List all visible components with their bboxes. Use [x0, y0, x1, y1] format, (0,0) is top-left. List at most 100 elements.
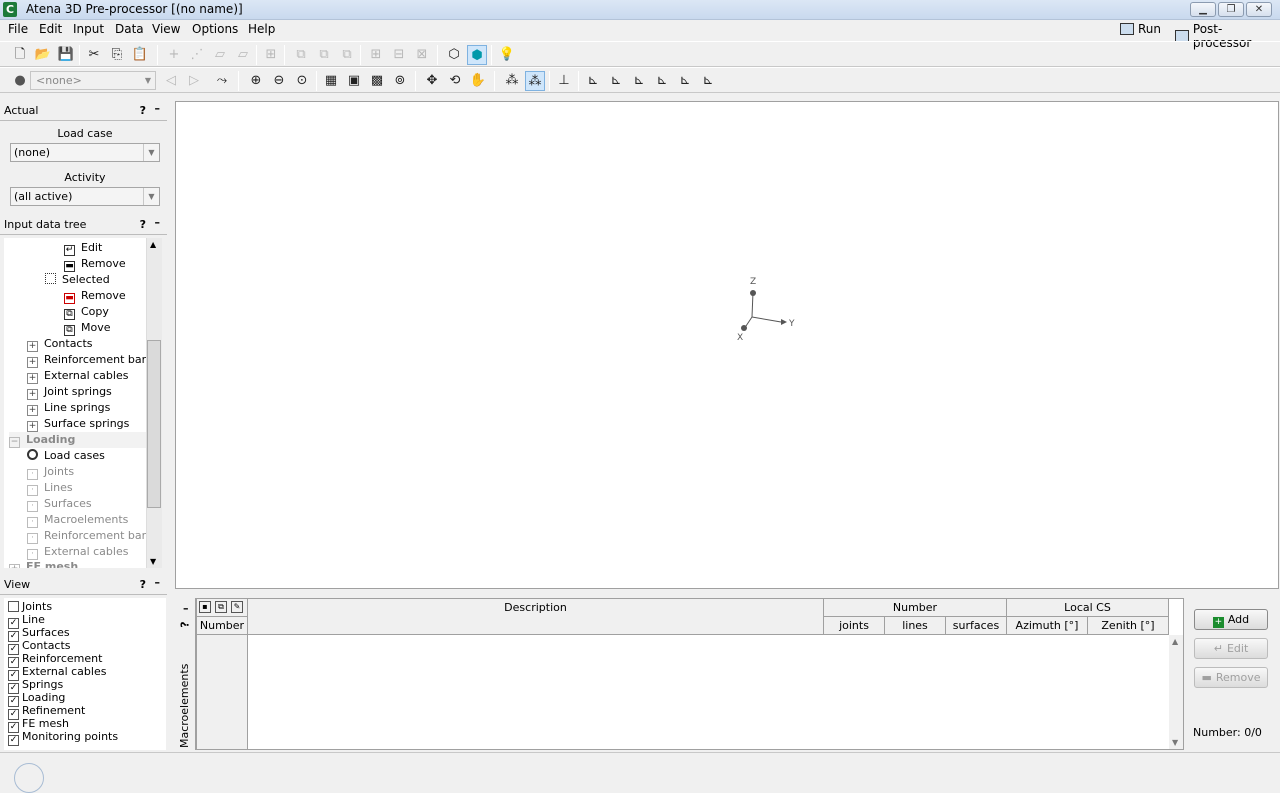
menu-help[interactable]: Help — [248, 22, 275, 36]
expand-icon[interactable]: · — [27, 533, 38, 544]
collapse-icon[interactable]: − — [9, 437, 20, 448]
tree-item-edit[interactable]: ↵ Edit — [64, 240, 102, 256]
select-all-icon[interactable]: ⧉ — [337, 45, 357, 65]
menu-options[interactable]: Options — [192, 22, 238, 36]
col-zenith[interactable]: Zenith [°] — [1088, 617, 1169, 635]
solid-cube-icon[interactable]: ⬢ — [467, 45, 487, 65]
menu-input[interactable]: Input — [73, 22, 104, 36]
coordinate-system-icon[interactable]: ⊥ — [554, 71, 574, 91]
view-y-plus-icon[interactable]: ⊾ — [629, 71, 649, 91]
tree-item-loading-reinforcement-bars[interactable]: · Reinforcement bars — [27, 528, 152, 544]
scroll-down-icon[interactable]: ▼ — [150, 557, 156, 566]
table-copy-icon[interactable]: ⧉ — [215, 601, 227, 613]
view-checkbox-external-cables[interactable]: ✓ External cables — [8, 665, 106, 681]
edit-button[interactable]: ↵ Edit — [1194, 638, 1268, 659]
expand-icon[interactable]: · — [27, 517, 38, 528]
selection-combo[interactable]: <none> ▼ — [30, 71, 156, 90]
tree-item-selected[interactable]: Selected — [45, 272, 110, 288]
tree-item-selected-copy[interactable]: ⧉ Copy — [64, 304, 109, 320]
open-file-icon[interactable]: 📂 — [33, 45, 53, 65]
zoom-star-box-icon[interactable]: ⊠ — [412, 45, 432, 65]
table-edit-icon[interactable]: ✎ — [231, 601, 243, 613]
expand-icon[interactable]: · — [27, 469, 38, 480]
tree-item-external-cables[interactable]: + External cables — [27, 368, 128, 384]
zoom-previous-icon[interactable]: ⊚ — [390, 71, 410, 91]
macroelements-tab-label[interactable]: Macroelements — [178, 664, 191, 748]
add-joint-icon[interactable]: + — [164, 45, 184, 65]
view-y-minus-icon[interactable]: ⊾ — [652, 71, 672, 91]
axes-labels-icon[interactable]: ⁂ — [502, 71, 522, 91]
expand-icon[interactable]: + — [27, 389, 38, 400]
zoom-extents-icon[interactable]: ▣ — [344, 71, 364, 91]
col-description[interactable]: Description — [248, 599, 824, 635]
minimize-window-button[interactable]: ▁ — [1190, 2, 1216, 17]
col-surfaces[interactable]: surfaces — [946, 617, 1007, 635]
previous-arrow-icon[interactable]: ◁ — [161, 71, 181, 91]
view-checkbox-line[interactable]: ✓ Line — [8, 613, 45, 629]
view-help-button[interactable]: ? — [140, 575, 146, 594]
save-icon[interactable]: 💾 — [56, 45, 76, 65]
restore-window-button[interactable]: ❐ — [1218, 2, 1244, 17]
tree-item-loading-external-cables[interactable]: · External cables — [27, 544, 128, 560]
view-checkbox-reinforcement[interactable]: ✓ Reinforcement — [8, 652, 102, 668]
generate-icon[interactable]: ⊞ — [261, 45, 281, 65]
close-window-button[interactable]: ✕ — [1246, 2, 1272, 17]
select-remove-icon[interactable]: ⧉ — [314, 45, 334, 65]
zoom-minus-box-icon[interactable]: ⊟ — [389, 45, 409, 65]
run-button[interactable]: Run — [1120, 22, 1161, 36]
expand-icon[interactable]: + — [27, 373, 38, 384]
tree-item-loading-surfaces[interactable]: · Surfaces — [27, 496, 92, 512]
tree-item-loading-lines[interactable]: · Lines — [27, 480, 73, 496]
tree-item-remove[interactable]: ▬ Remove — [64, 256, 126, 272]
tree-scroll-thumb[interactable] — [147, 340, 161, 508]
actual-help-button[interactable]: ? — [140, 101, 146, 120]
checkbox-checked[interactable]: ✓ — [8, 735, 19, 746]
col-azimuth[interactable]: Azimuth [°] — [1007, 617, 1088, 635]
expand-icon[interactable]: · — [27, 501, 38, 512]
menu-edit[interactable]: Edit — [39, 22, 62, 36]
view-checkbox-monitoring-points[interactable]: ✓ Monitoring points — [8, 730, 118, 746]
tree-item-line-springs[interactable]: + Line springs — [27, 400, 110, 416]
tree-help-button[interactable]: ? — [140, 215, 146, 234]
tree-item-loading[interactable]: − Loading — [9, 432, 159, 448]
zoom-in-icon[interactable]: ⊕ — [246, 71, 266, 91]
add-macroelement-icon[interactable]: ▱ — [233, 45, 253, 65]
view-checkbox-refinement[interactable]: ✓ Refinement — [8, 704, 85, 720]
tree-item-selected-move[interactable]: ⧉ Move — [64, 320, 111, 336]
menu-data[interactable]: Data — [115, 22, 144, 36]
copy-icon[interactable]: ⎘ — [107, 45, 127, 65]
numbering-icon[interactable]: ⁂ — [525, 71, 545, 91]
remove-button[interactable]: ▬ Remove — [1194, 667, 1268, 688]
tree-item-reinforcement-bars[interactable]: + Reinforcement bars — [27, 352, 152, 368]
wireframe-cube-icon[interactable]: ⬡ — [444, 45, 464, 65]
col-number[interactable]: Number — [197, 617, 248, 635]
zoom-plus-box-icon[interactable]: ⊞ — [366, 45, 386, 65]
zoom-all-icon[interactable]: ▩ — [367, 71, 387, 91]
view-z-minus-icon[interactable]: ⊾ — [698, 71, 718, 91]
add-line-icon[interactable]: ⋰ — [187, 45, 207, 65]
rotate-icon[interactable]: ⟲ — [445, 71, 465, 91]
bottom-minimize-button[interactable]: – — [183, 602, 189, 615]
expand-icon[interactable]: + — [27, 357, 38, 368]
col-lines[interactable]: lines — [885, 617, 946, 635]
view-checkbox-joints[interactable]: Joints — [8, 600, 52, 613]
expand-icon[interactable]: · — [27, 485, 38, 496]
scroll-down-icon[interactable]: ▼ — [1172, 738, 1178, 747]
scroll-up-icon[interactable]: ▲ — [150, 240, 156, 249]
expand-icon[interactable]: + — [27, 341, 38, 352]
add-surface-icon[interactable]: ▱ — [210, 45, 230, 65]
tree-minimize-button[interactable]: – — [155, 213, 161, 232]
checkbox[interactable] — [8, 601, 19, 612]
tree-item-load-cases[interactable]: Load cases — [27, 448, 105, 464]
actual-minimize-button[interactable]: – — [155, 99, 161, 118]
cut-icon[interactable]: ✂ — [84, 45, 104, 65]
zoom-window-icon[interactable]: ▦ — [321, 71, 341, 91]
model-canvas[interactable]: Z Y X — [175, 101, 1279, 589]
light-bulb-icon[interactable]: 💡 — [497, 45, 517, 65]
pick-tool-icon[interactable]: ⤳ — [212, 71, 232, 91]
tree-item-surface-springs[interactable]: + Surface springs — [27, 416, 129, 432]
scroll-up-icon[interactable]: ▲ — [1172, 637, 1178, 646]
tree-item-selected-remove[interactable]: ▬ Remove — [64, 288, 126, 304]
view-x-minus-icon[interactable]: ⊾ — [606, 71, 626, 91]
tree-item-contacts[interactable]: + Contacts — [27, 336, 93, 352]
